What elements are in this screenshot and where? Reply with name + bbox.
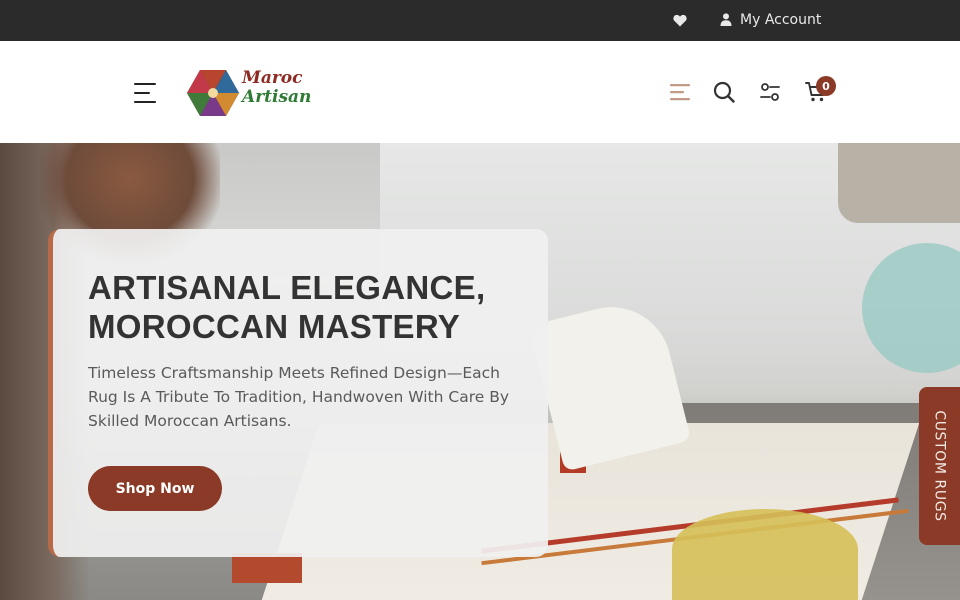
custom-rugs-label: CUSTOM RUGS	[931, 410, 948, 522]
top-bar: My Account	[0, 0, 960, 41]
hero-bg-yellow-rug	[672, 509, 858, 600]
logo-line-1: Maroc	[242, 68, 303, 88]
cart-count-badge: 0	[816, 76, 836, 96]
hero-bg-red-motif-2	[232, 553, 302, 583]
hero-title: ARTISANAL ELEGANCE, MOROCCAN MASTERY	[88, 269, 486, 345]
shop-now-button[interactable]: Shop Now	[88, 466, 222, 511]
my-account-link[interactable]: My Account	[720, 9, 821, 31]
search-icon[interactable]	[712, 80, 736, 104]
user-icon	[720, 11, 732, 30]
logo-line-2: Artisan	[242, 87, 312, 107]
compare-icon[interactable]	[758, 80, 782, 104]
logo-mark	[187, 70, 239, 116]
heart-icon[interactable]	[671, 11, 689, 29]
custom-rugs-tab[interactable]: CUSTOM RUGS	[919, 387, 960, 545]
site-logo[interactable]: Maroc Artisan	[186, 68, 326, 118]
hamburger-icon[interactable]	[134, 82, 158, 104]
hero-subtitle: Timeless Craftsmanship Meets Refined Des…	[88, 364, 510, 430]
hero-bg-niche	[838, 143, 960, 223]
menu-lines-icon[interactable]	[668, 80, 692, 104]
my-account-label: My Account	[740, 12, 822, 28]
logo-wordmark: Maroc Artisan	[242, 70, 311, 106]
